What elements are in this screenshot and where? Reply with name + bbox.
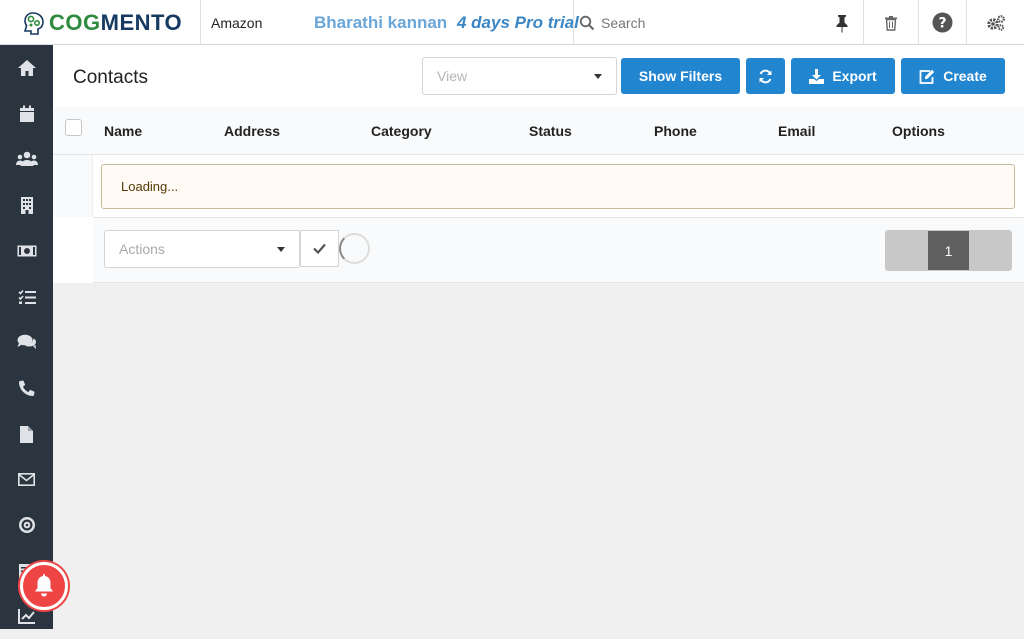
pin-icon[interactable] xyxy=(832,13,852,33)
refresh-icon xyxy=(759,69,772,83)
view-dropdown[interactable]: View xyxy=(422,57,617,95)
svg-text:?: ? xyxy=(938,16,946,32)
tasks-icon xyxy=(17,289,36,304)
help-button[interactable]: ? xyxy=(918,0,966,45)
company-name: Amazon xyxy=(211,14,263,31)
export-label: Export xyxy=(832,68,877,84)
phone-icon xyxy=(18,380,35,396)
chart-icon xyxy=(17,609,35,624)
target-icon xyxy=(18,517,35,533)
logo-text: COGMENTO xyxy=(49,9,183,35)
notification-bell[interactable] xyxy=(20,562,68,610)
sidebar-item-campaigns[interactable] xyxy=(0,502,53,548)
column-header-name[interactable]: Name xyxy=(104,123,142,139)
column-header-options: Options xyxy=(892,123,945,139)
calendar-icon xyxy=(19,105,34,122)
export-button[interactable]: Export xyxy=(791,58,895,94)
question-circle-icon: ? xyxy=(932,12,953,33)
column-header-category[interactable]: Category xyxy=(371,123,432,139)
sidebar-item-companies[interactable] xyxy=(0,182,53,228)
create-button[interactable]: Create xyxy=(901,58,1005,94)
show-filters-label: Show Filters xyxy=(638,68,723,84)
logo[interactable]: COGMENTO xyxy=(0,0,201,45)
building-icon xyxy=(20,197,33,214)
file-icon xyxy=(20,425,33,443)
envelope-icon xyxy=(18,472,35,486)
bell-icon xyxy=(35,574,53,597)
search-input[interactable] xyxy=(601,14,831,31)
edit-icon xyxy=(919,69,935,84)
pagination-next[interactable] xyxy=(969,231,1011,270)
select-all-checkbox[interactable] xyxy=(65,119,82,136)
refresh-button[interactable] xyxy=(746,58,785,94)
column-header-address[interactable]: Address xyxy=(224,123,280,139)
users-icon xyxy=(15,151,38,166)
dropdown-caret-icon xyxy=(277,247,285,252)
sidebar-item-email[interactable] xyxy=(0,456,53,502)
brain-gear-icon xyxy=(23,11,44,35)
content-header: Contacts View Show Filters Export Create xyxy=(53,45,1024,107)
home-icon xyxy=(17,60,36,76)
column-header-status[interactable]: Status xyxy=(529,123,572,139)
sidebar-item-deals[interactable] xyxy=(0,228,53,274)
apply-action-button[interactable] xyxy=(300,230,339,267)
trial-badge[interactable]: 4 days Pro trial xyxy=(457,13,579,33)
page-title: Contacts xyxy=(73,67,148,88)
column-header-email[interactable]: Email xyxy=(778,123,815,139)
download-icon xyxy=(809,68,825,84)
column-header-phone[interactable]: Phone xyxy=(654,123,697,139)
table-footer: Actions 1 xyxy=(93,217,1024,283)
search-icon xyxy=(579,15,595,30)
gears-icon xyxy=(986,14,1005,31)
comments-icon xyxy=(17,334,36,349)
dropdown-caret-icon xyxy=(594,74,602,79)
sidebar-item-cases[interactable] xyxy=(0,319,53,365)
sidebar xyxy=(0,45,53,629)
user-name[interactable]: Bharathi kannan xyxy=(314,13,447,33)
settings-button[interactable] xyxy=(966,0,1024,45)
contacts-table: Name Address Category Status Phone Email… xyxy=(53,107,1024,283)
trash-icon xyxy=(885,15,897,31)
sidebar-item-calendar[interactable] xyxy=(0,91,53,137)
view-dropdown-placeholder: View xyxy=(437,68,468,84)
actions-dropdown-placeholder: Actions xyxy=(119,241,165,257)
create-label: Create xyxy=(943,68,987,84)
sidebar-item-tasks[interactable] xyxy=(0,274,53,320)
loading-message: Loading... xyxy=(101,164,1015,209)
pagination-prev[interactable] xyxy=(886,231,928,270)
sidebar-item-calls[interactable] xyxy=(0,365,53,411)
sidebar-item-contacts[interactable] xyxy=(0,136,53,182)
top-bar: COGMENTO Amazon Bharathi kannan 4 days P… xyxy=(0,0,1024,45)
search-bar xyxy=(573,0,863,45)
sidebar-item-documents[interactable] xyxy=(0,411,53,457)
row-gutter xyxy=(53,155,93,217)
actions-dropdown[interactable]: Actions xyxy=(104,230,300,268)
check-icon xyxy=(313,243,326,254)
money-icon xyxy=(17,245,36,257)
pagination: 1 xyxy=(885,230,1012,271)
sidebar-item-home[interactable] xyxy=(0,45,53,91)
loading-spinner xyxy=(339,233,370,264)
table-header: Name Address Category Status Phone Email… xyxy=(53,107,1024,155)
show-filters-button[interactable]: Show Filters xyxy=(621,58,740,94)
pagination-page-current[interactable]: 1 xyxy=(928,231,969,270)
trash-button[interactable] xyxy=(863,0,918,45)
